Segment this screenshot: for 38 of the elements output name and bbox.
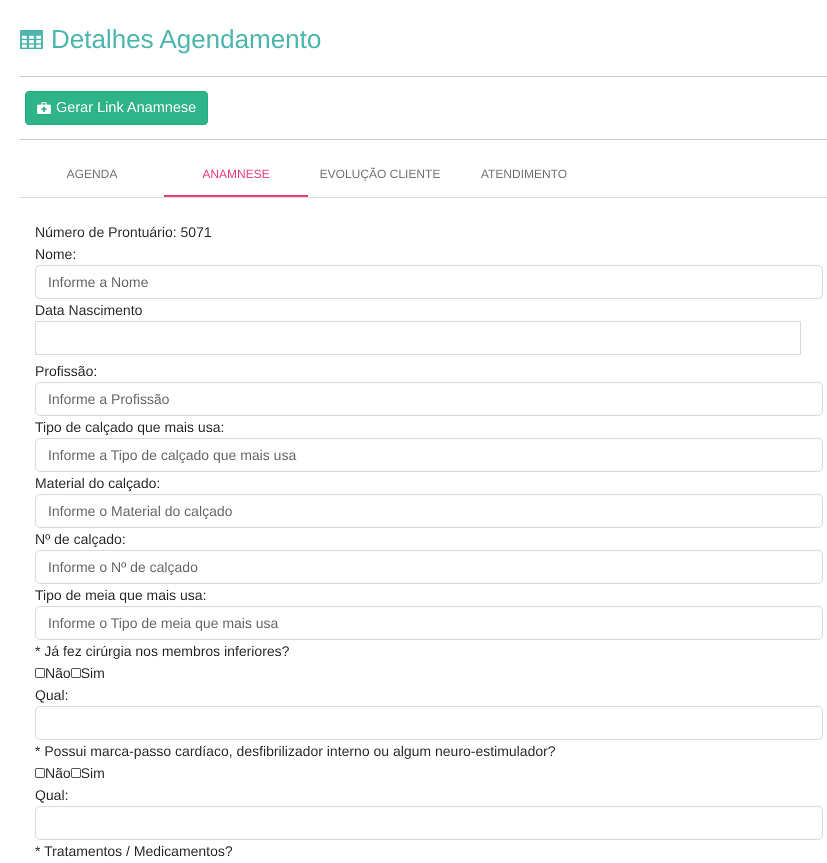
field-label: Data Nascimento xyxy=(35,301,144,320)
tab[interactable]: AGENDA xyxy=(20,153,164,197)
field-label: Nº de calçado: xyxy=(35,530,127,549)
input-field[interactable]: Informe a Profissão xyxy=(35,382,823,416)
tab[interactable]: ANAMNESE xyxy=(164,153,308,197)
date-field[interactable] xyxy=(35,321,801,355)
tab[interactable]: EVOLUÇÃO CLIENTE xyxy=(308,153,452,197)
option-label: Não xyxy=(45,764,71,783)
field-label: Qual: xyxy=(35,786,70,805)
option-label: Sim xyxy=(80,664,105,683)
input-field[interactable]: Informe a Tipo de calçado que mais usa xyxy=(35,438,823,472)
input-field[interactable]: Informe o Nº de calçado xyxy=(35,550,823,584)
input-field[interactable] xyxy=(35,706,823,740)
field-label: Tipo de calçado que mais usa: xyxy=(35,418,226,437)
input-field[interactable]: Informe a Nome xyxy=(35,265,823,299)
page-title: Detalhes Agendamento xyxy=(51,23,322,56)
checkbox[interactable] xyxy=(35,668,45,678)
checkbox[interactable] xyxy=(70,668,81,678)
input-field[interactable]: Informe o Material do calçado xyxy=(35,494,823,528)
table-icon xyxy=(20,30,43,48)
field-label: Tipo de meia que mais usa: xyxy=(35,586,208,605)
input-field[interactable] xyxy=(35,806,823,840)
question-text: * Já fez cirúrgia nos membros inferiores? xyxy=(35,642,290,661)
field-label: Qual: xyxy=(35,686,70,705)
checkbox[interactable] xyxy=(35,768,45,778)
option-label: Não xyxy=(45,664,71,683)
tab[interactable]: ATENDIMENTO xyxy=(452,153,596,197)
medical-kit-icon xyxy=(37,102,51,114)
generate-link-button[interactable]: Gerar Link Anamnese xyxy=(25,91,208,125)
checkbox[interactable] xyxy=(70,768,81,778)
field-label: Profissão: xyxy=(35,362,98,381)
field-label: Material do calçado: xyxy=(35,474,162,493)
question-text: * Tratamentos / Medicamentos? xyxy=(35,842,234,861)
option-label: Sim xyxy=(80,764,105,783)
field-label: Nome: xyxy=(35,245,78,264)
input-field[interactable]: Informe o Tipo de meia que mais usa xyxy=(35,606,823,640)
record-number-text: Número de Prontuário: 5071 xyxy=(35,223,213,242)
question-text: * Possui marca-passo cardíaco, desfibrilizador interno ou algum neuro-estimulador? xyxy=(35,742,557,761)
